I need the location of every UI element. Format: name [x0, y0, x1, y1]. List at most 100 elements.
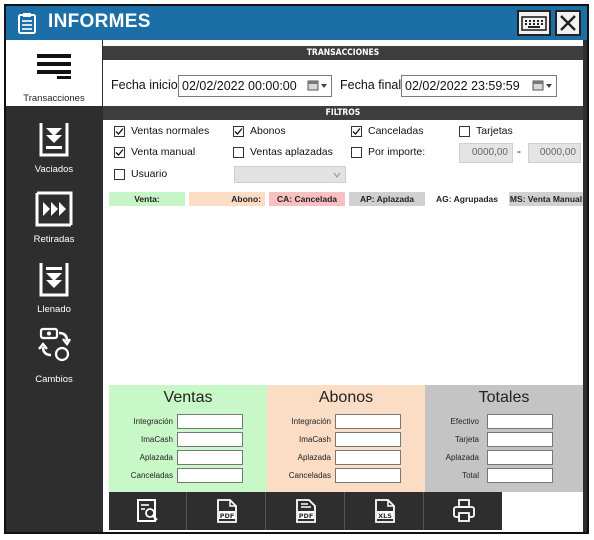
xls-text: XLS [378, 512, 392, 520]
checkbox-label: Venta manual [131, 146, 196, 158]
abonos-aplazada-value [335, 450, 401, 465]
printer-icon [453, 499, 475, 522]
close-icon [560, 15, 576, 31]
export-xls-button[interactable]: XLS [346, 492, 424, 530]
totales-efectivo-value [487, 414, 553, 429]
fecha-final-field[interactable]: 02/02/2022 23:59:59 [401, 75, 557, 97]
totales-aplazada-value [487, 450, 553, 465]
ventas-aplazadas-checkbox[interactable]: Ventas aplazadas [233, 146, 343, 160]
abonos-row-label: Canceladas [288, 471, 331, 480]
importe-max-input[interactable]: 0000,00 [528, 143, 581, 163]
check-icon [352, 128, 361, 135]
abonos-summary-title: Abonos [318, 389, 374, 406]
checkbox-box [114, 169, 125, 180]
main-panel: TRANSACCIONES Fecha inicio 02/02/2022 00… [103, 40, 583, 532]
pdf-text: PDF [299, 512, 314, 520]
tarjetas-checkbox[interactable]: Tarjetas [459, 125, 549, 139]
legend-manual: MS: Venta Manual [509, 192, 583, 206]
filtros-header: FILTROS [103, 106, 583, 120]
checkbox-box [351, 126, 362, 137]
transactions-list[interactable] [109, 208, 583, 383]
totales-row-label: Aplazada [445, 453, 479, 462]
sidebar: Transacciones Vaciados Retiradas Llenado… [6, 40, 102, 532]
sidebar-item-vaciados[interactable]: Vaciados [6, 111, 102, 177]
funnel-down-icon [39, 123, 69, 157]
check-icon [115, 128, 124, 135]
exchange-icon [38, 327, 72, 362]
sidebar-item-label: Vaciados [34, 164, 74, 175]
ventas-row-label: ImaCash [140, 435, 173, 444]
abonos-imacash-value [335, 432, 401, 447]
checkbox-label: Tarjetas [476, 125, 513, 137]
check-icon [115, 149, 124, 156]
canceladas-checkbox[interactable]: Canceladas [351, 125, 451, 139]
ventas-row-label: Canceladas [130, 471, 173, 480]
usuario-checkbox[interactable]: Usuario [114, 168, 194, 182]
checkbox-label: Canceladas [368, 125, 424, 137]
ventas-summary-title: Ventas [163, 389, 213, 406]
legend-cancelada: CA: Cancelada [269, 192, 345, 206]
legend-agrupadas: AG: Agrupadas [429, 192, 505, 206]
sidebar-item-transacciones[interactable]: Transacciones [6, 40, 102, 106]
checkbox-box [459, 126, 470, 137]
sidebar-item-cambios[interactable]: Cambios [6, 321, 102, 387]
xls-icon: XLS [375, 499, 395, 523]
sidebar-item-retiradas[interactable]: Retiradas [6, 181, 102, 247]
pdf-text: PDF [220, 512, 235, 520]
ventas-normales-checkbox[interactable]: Ventas normales [114, 125, 224, 139]
checkbox-label: Ventas normales [131, 125, 210, 137]
totales-tarjeta-value [487, 432, 553, 447]
checkbox-label: Usuario [131, 168, 168, 180]
chevron-down-icon [333, 172, 341, 178]
checkbox-box [233, 126, 244, 137]
keyboard-icon [521, 16, 547, 31]
checkbox-box [351, 147, 362, 158]
export-pdf-detail-button[interactable]: PDF [267, 492, 345, 530]
abonos-row-label: ImaCash [298, 435, 331, 444]
title-bar: INFORMES [6, 6, 587, 40]
fill-down-icon [39, 263, 69, 297]
close-button[interactable] [555, 10, 581, 36]
abonos-row-label: Integración [291, 417, 331, 426]
window: INFORMES Transacciones Vaciados Retirada… [4, 4, 589, 534]
window-title: INFORMES [48, 11, 151, 32]
legend-venta: Venta: [109, 192, 185, 206]
calendar-dropdown-icon[interactable] [307, 79, 329, 93]
fecha-final-label: Fecha final [340, 78, 402, 92]
sidebar-item-llenado[interactable]: Llenado [6, 251, 102, 317]
checkbox-label: Abonos [250, 125, 286, 137]
fast-forward-icon [35, 191, 73, 227]
usuario-select[interactable] [234, 166, 346, 183]
totales-summary-title: Totales [478, 389, 530, 406]
importe-min-input[interactable]: 0000,00 [459, 143, 513, 163]
totales-row-label: Tarjeta [454, 435, 479, 444]
fecha-inicio-field[interactable]: 02/02/2022 00:00:00 [178, 75, 332, 97]
ventas-summary: Ventas Integración ImaCash Aplazada Canc… [109, 385, 267, 492]
pdf-icon: PDF [217, 499, 237, 523]
view-report-button[interactable] [109, 492, 187, 530]
export-pdf-button[interactable]: PDF [188, 492, 266, 530]
checkbox-label: Por importe: [368, 146, 426, 158]
checkbox-box [114, 147, 125, 158]
keyboard-button[interactable] [517, 10, 551, 36]
fecha-inicio-value: 02/02/2022 00:00:00 [182, 79, 297, 93]
sidebar-item-label: Cambios [35, 374, 73, 385]
clipboard-icon [18, 13, 36, 34]
calendar-dropdown-icon[interactable] [532, 79, 554, 93]
legend-abono: Abono: [189, 192, 265, 206]
checkbox-box [233, 147, 244, 158]
por-importe-checkbox[interactable]: Por importe: [351, 146, 451, 160]
venta-manual-checkbox[interactable]: Venta manual [114, 146, 224, 160]
abonos-canceladas-value [335, 468, 401, 483]
sidebar-item-label: Retiradas [33, 234, 75, 245]
transacciones-header: TRANSACCIONES [103, 46, 583, 60]
abonos-integracion-value [335, 414, 401, 429]
report-toolbar: PDF PDF XLS [109, 492, 502, 530]
fecha-final-value: 02/02/2022 23:59:59 [405, 79, 520, 93]
ventas-imacash-value [177, 432, 243, 447]
checkbox-box [114, 126, 125, 137]
ventas-row-label: Aplazada [139, 453, 173, 462]
abonos-checkbox[interactable]: Abonos [233, 125, 333, 139]
print-button[interactable] [425, 492, 503, 530]
menu-lines-icon [37, 54, 71, 79]
